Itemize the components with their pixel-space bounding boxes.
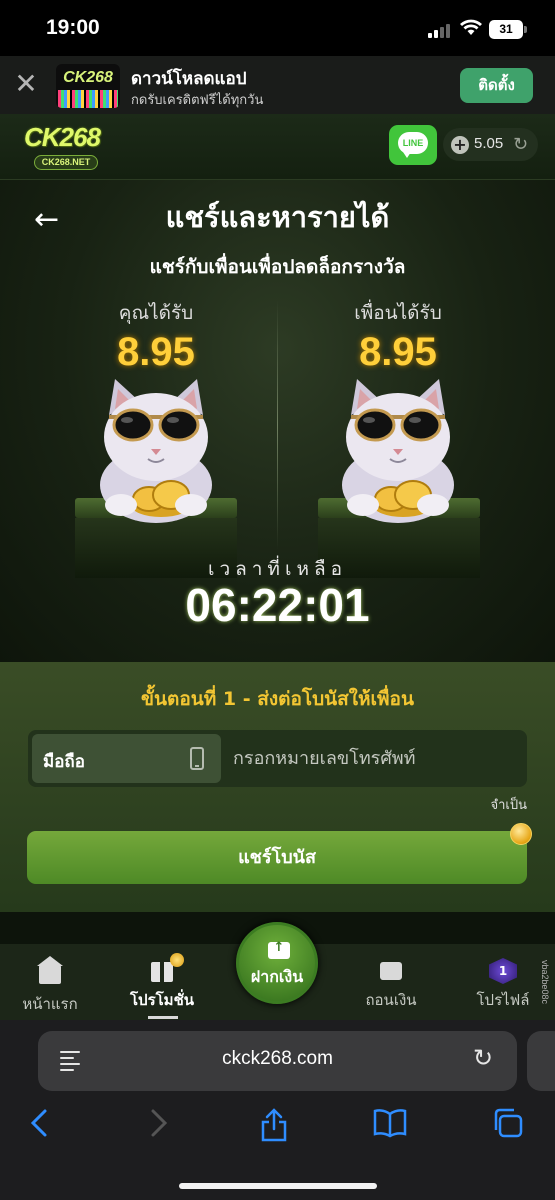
battery-indicator: 31 bbox=[489, 20, 527, 39]
back-icon[interactable] bbox=[28, 1108, 50, 1138]
wallet-icon bbox=[380, 962, 402, 980]
install-button[interactable]: ติดตั้ง bbox=[460, 68, 533, 103]
phone-field: มือถือ bbox=[28, 730, 527, 787]
countdown-timer: 06:22:01 bbox=[185, 579, 370, 631]
brand-sub-label: CK268.NET bbox=[34, 155, 98, 170]
banner-subtitle: กดรับเครดิตฟรีได้ทุกวัน bbox=[131, 93, 264, 108]
phone-number-input[interactable] bbox=[233, 740, 513, 777]
step-one-section: ขั้นตอนที่ 1 - ส่งต่อโบนัสให้เพื่อน มือถ… bbox=[0, 662, 555, 912]
you-receive-column: คุณได้รับ 8.95 bbox=[66, 298, 246, 375]
friend-receive-label: เพื่อนได้รับ bbox=[354, 302, 442, 324]
nav-withdraw-label: ถอนเงิน bbox=[365, 991, 417, 1009]
coin-icon bbox=[510, 823, 532, 845]
nav-home[interactable]: หน้าแรก bbox=[0, 956, 100, 1016]
page-subtitle: แชร์กับเพื่อนเพื่อปลดล็อกรางวัล bbox=[149, 256, 406, 278]
battery-level: 31 bbox=[499, 22, 513, 36]
browser-toolbar: ckck268.com ↻ bbox=[0, 1020, 555, 1200]
app-install-banner: ✕ CK268 ดาวน์โหลดแอป กดรับเครดิตฟรีได้ทุ… bbox=[0, 56, 555, 114]
share-bonus-button[interactable]: แชร์โบนัส bbox=[27, 831, 527, 884]
side-code: vba2be08c bbox=[540, 960, 550, 1005]
page-title: แชร์และหารายได้ bbox=[165, 200, 390, 234]
tabs-icon[interactable] bbox=[492, 1108, 524, 1138]
friend-receive-value: 8.95 bbox=[359, 330, 437, 374]
deposit-button[interactable]: ฝากเงิน bbox=[236, 922, 318, 1004]
required-label: จำเป็น bbox=[490, 798, 528, 813]
nav-profile-label: โปรไฟล์ bbox=[476, 991, 530, 1009]
active-tab-indicator bbox=[148, 1016, 178, 1019]
gift-icon bbox=[151, 962, 173, 982]
banner-title: ดาวน์โหลดแอป bbox=[131, 69, 247, 89]
nav-promotions-label: โปรโมชั่น bbox=[129, 991, 194, 1009]
nav-promotions[interactable]: โปรโมชั่น bbox=[112, 953, 212, 1012]
balance-pill: + 5.05 ↻ bbox=[443, 128, 538, 161]
close-banner-icon[interactable]: ✕ bbox=[12, 70, 40, 98]
reward-panel: ← แชร์และหารายได้ แชร์กับเพื่อนเพื่อปลดล… bbox=[0, 180, 555, 662]
mobile-phone-icon bbox=[190, 747, 204, 770]
refresh-balance-icon[interactable]: ↻ bbox=[513, 134, 528, 155]
forward-icon[interactable] bbox=[148, 1108, 170, 1138]
home-icon bbox=[37, 956, 63, 984]
divider bbox=[277, 300, 278, 550]
cat-with-sunglasses-icon bbox=[342, 379, 454, 523]
brand-logo-text: CK268 bbox=[24, 122, 101, 152]
nav-withdraw[interactable]: ถอนเงิน bbox=[341, 956, 441, 1012]
address-bar[interactable]: ckck268.com ↻ bbox=[38, 1031, 517, 1091]
rank-badge-icon: 1 bbox=[489, 958, 517, 984]
share-icon[interactable] bbox=[259, 1108, 289, 1142]
you-receive-value: 8.95 bbox=[117, 330, 195, 374]
line-contact-button[interactable]: LINE bbox=[389, 125, 437, 165]
deposit-label: ฝากเงิน bbox=[250, 967, 304, 986]
wifi-icon bbox=[460, 19, 482, 35]
home-indicator bbox=[179, 1183, 377, 1189]
deposit-icon bbox=[268, 940, 290, 959]
friend-receive-column: เพื่อนได้รับ 8.95 bbox=[308, 298, 488, 375]
line-icon: LINE bbox=[398, 132, 428, 154]
nav-home-label: หน้าแรก bbox=[22, 995, 78, 1013]
url-text: ckck268.com bbox=[222, 1048, 333, 1069]
brand-logo[interactable]: CK268 CK268.NET bbox=[24, 122, 110, 172]
plus-icon[interactable]: + bbox=[451, 136, 469, 154]
reload-icon[interactable]: ↻ bbox=[473, 1044, 493, 1072]
cat-with-sunglasses-icon bbox=[100, 379, 212, 523]
app-logo: CK268 bbox=[56, 64, 120, 108]
balance-amount: 5.05 bbox=[474, 135, 504, 152]
site-header: CK268 CK268.NET LINE + 5.05 ↻ bbox=[0, 114, 555, 180]
step-heading: ขั้นตอนที่ 1 - ส่งต่อโบนัสให้เพื่อน bbox=[141, 688, 414, 710]
status-time: 19:00 bbox=[46, 16, 100, 39]
app-logo-text: CK268 bbox=[63, 69, 113, 86]
cellular-signal-icon bbox=[428, 24, 454, 38]
you-receive-label: คุณได้รับ bbox=[118, 302, 194, 324]
nav-profile[interactable]: 1 โปรไฟล์ bbox=[453, 956, 553, 1012]
next-tab-peek[interactable] bbox=[527, 1031, 555, 1091]
status-bar: 19:00 31 bbox=[0, 0, 555, 56]
phone-type-selector[interactable]: มือถือ bbox=[32, 734, 221, 783]
phone-type-label: มือถือ bbox=[43, 752, 85, 772]
coin-icon bbox=[170, 953, 184, 967]
bookmarks-icon[interactable] bbox=[373, 1108, 407, 1138]
